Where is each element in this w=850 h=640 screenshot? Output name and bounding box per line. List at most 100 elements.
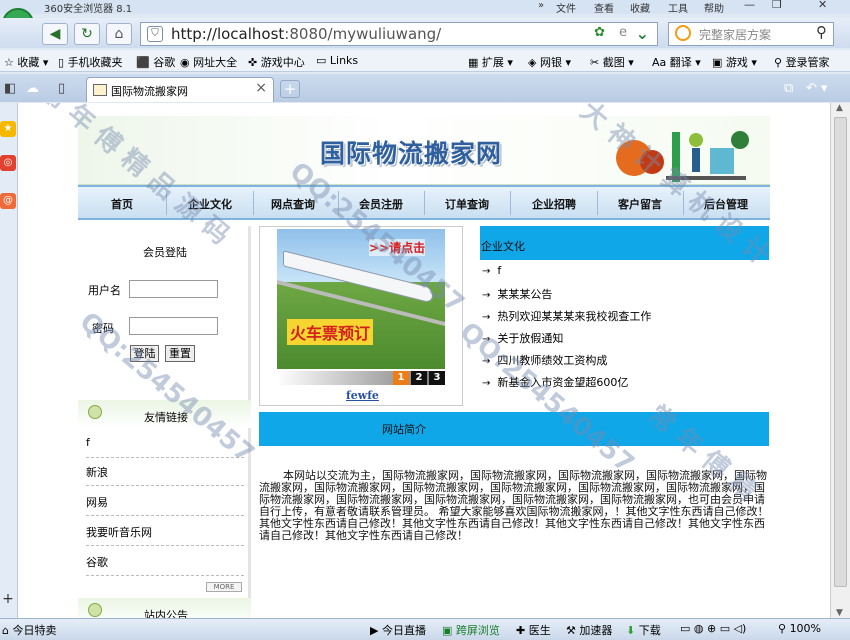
nav-message[interactable]: 客户留言 [596,196,684,212]
nav-member-register[interactable]: 会员注册 [337,196,425,212]
friend-link-item[interactable]: f [86,432,244,458]
status-speeder[interactable]: ⚒ 加速器 [566,622,612,638]
nav-branch-query[interactable]: 网点查询 [249,196,337,212]
scrollbar-thumb[interactable] [834,117,847,587]
culture-item[interactable]: → 热列欢迎某某某来我校视查工作 [482,308,651,324]
slide-page-1[interactable]: 1 [393,371,409,385]
home-icon[interactable]: ⌂ [106,23,132,45]
tab-list-icon[interactable]: ⧉ [784,81,793,96]
search-box[interactable]: 完整家居方案 ⚲ [668,22,834,46]
password-input[interactable] [129,317,218,335]
friend-link-item[interactable]: 我要听音乐网 [86,520,244,546]
refresh-icon[interactable]: ↻ [74,23,100,45]
tab-strip: ◧ ☁ ▯ 国际物流搬家网 × + ⧉ ↶ ▾ [0,74,850,102]
friend-link-item[interactable]: 新浪 [86,460,244,486]
address-url[interactable]: http://localhost:8080/mywuliuwang/ [171,25,441,43]
bookmark-games[interactable]: ✜ 游戏中心 [248,54,305,70]
address-bar[interactable]: ⛉ http://localhost:8080/mywuliuwang/ ✿ e… [140,22,658,46]
friend-link-item[interactable]: 谷歌 [86,550,244,576]
address-dropdown-icon[interactable]: ⌄ [636,24,649,43]
nav-home[interactable]: 首页 [78,196,166,212]
username-input[interactable] [129,280,218,298]
bookmark-favorites[interactable]: ☆ 收藏 ▾ [4,54,48,70]
slideshow-caption[interactable]: fewfe [346,389,379,402]
status-bar: ⌂ 今日特卖 ▶ 今日直播 ▣ 跨屏浏览 ✚ 医生 ⚒ 加速器 ⬇ 下载 ▭ ◍… [0,618,850,640]
sidebar-toggle-icon[interactable]: ◧ [4,81,16,96]
menu-tools[interactable]: 工具 [668,0,688,15]
ext-translate[interactable]: Aa 翻译 ▾ [652,54,701,70]
more-links-button[interactable]: MORE [206,582,242,592]
cloud-icon[interactable]: ☁ [26,81,39,96]
status-sale[interactable]: ⌂ 今日特卖 [2,622,56,638]
slideshow-image[interactable]: >>请点击 火车票预订 [277,229,445,369]
minimize-icon[interactable]: — [744,0,755,11]
culture-item[interactable]: → 某某某公告 [482,286,552,302]
menu-collapse-icon[interactable]: » [538,0,544,11]
bookmark-mobile[interactable]: ▯ 手机收藏夹 [58,54,123,70]
friend-link-item[interactable]: 网易 [86,490,244,516]
slide-page-2[interactable]: 2 [411,371,427,385]
search-engine-icon[interactable] [675,25,691,41]
culture-item[interactable]: → 关于放假通知 [482,330,563,346]
search-icon[interactable]: ⚲ [816,23,827,41]
vertical-scrollbar[interactable]: ▲ ▼ [830,103,850,618]
nav-recruitment[interactable]: 企业招聘 [510,196,598,212]
bookmark-links[interactable]: ▭ Links [316,54,358,67]
weibo-icon[interactable]: ◎ [0,155,16,171]
status-doctor[interactable]: ✚ 医生 [516,622,551,638]
nav-order-query[interactable]: 订单查询 [423,196,511,212]
notice-title: 站内公告 [144,609,188,618]
reset-button[interactable]: 重置 [165,345,195,362]
friend-links-header: 友情链接 [78,400,251,428]
search-input[interactable]: 完整家居方案 [699,26,771,43]
tab-close-icon[interactable]: × [255,80,267,96]
nav-admin[interactable]: 后台管理 [682,196,770,212]
login-title: 会员登陆 [143,246,187,259]
favorites-star-icon[interactable]: ★ [0,121,16,137]
restore-icon[interactable]: ❐ [772,0,782,11]
login-button[interactable]: 登陆 [130,345,159,362]
ext-extensions[interactable]: ▦ 扩展 ▾ [468,54,513,70]
culture-item[interactable]: → f [482,264,501,277]
nav-culture[interactable]: 企业文化 [166,196,254,212]
browser-titlebar: 360安全浏览器 8.1 » 文件 查看 收藏 工具 帮助 — ❐ ✕ [0,0,850,15]
slide-page-3[interactable]: 3 [429,371,445,385]
compat-mode-icon[interactable]: e [619,25,627,40]
ext-games[interactable]: ▣ 游戏 ▾ [712,54,757,70]
intro-title: 网站简介 [382,423,426,436]
tab-menu-icon[interactable]: ▯ [58,81,65,96]
culture-item[interactable]: → 新基金入市资金望超600亿 [482,374,628,390]
tab-active[interactable]: 国际物流搬家网 × [86,77,274,102]
status-cross-screen[interactable]: ▣ 跨屏浏览 [442,622,500,638]
ext-bank[interactable]: ◈ 网银 ▾ [528,54,571,70]
status-tools-icon[interactable]: ▭ ◍ ⊕ ▭ ◁) [680,622,746,635]
mail-icon[interactable]: @ [0,193,16,209]
menu-file[interactable]: 文件 [556,0,576,15]
menu-help[interactable]: 帮助 [704,0,724,15]
bookmark-hao[interactable]: ◉ 网址大全 [180,54,237,70]
zoom-level[interactable]: ⚲ 100% [778,622,821,635]
scroll-down-icon[interactable]: ▼ [836,608,843,618]
browser-toolbar: ◀ ↻ ⌂ ⛉ http://localhost:8080/mywuliuwan… [0,18,850,48]
sidebar-add-icon[interactable]: + [0,591,16,607]
tab-title[interactable]: 国际物流搬家网 [111,83,188,99]
status-download[interactable]: ⬇ 下载 [626,622,661,638]
undo-close-icon[interactable]: ↶ ▾ [806,81,828,96]
intro-header: 网站简介 [259,412,769,446]
back-icon[interactable]: ◀ [42,23,68,45]
left-column: 会员登陆 用户名 密码 登陆 重置 友情链接 f 新浪 网易 我要听音乐网 谷歌… [78,226,251,618]
slide-click-label[interactable]: >>请点击 [369,239,426,256]
new-tab-button[interactable]: + [280,80,300,98]
bookmark-google[interactable]: ⬛ 谷歌 [136,54,175,70]
menu-favorites[interactable]: 收藏 [630,0,650,15]
site-banner: 国际物流搬家网 [78,116,770,185]
ssl-icon[interactable]: ✿ [594,25,605,40]
intro-text: 本网站以交流为主，国际物流搬家网，国际物流搬家网，国际物流搬家网，国际物流搬家网… [259,469,769,542]
ext-login-manager[interactable]: ⚲ 登录管家 [774,54,830,70]
status-live[interactable]: ▶ 今日直播 [370,622,426,638]
ext-screenshot[interactable]: ✂ 截图 ▾ [590,54,634,70]
scroll-up-icon[interactable]: ▲ [836,103,843,113]
menu-view[interactable]: 查看 [594,0,614,15]
culture-item[interactable]: → 四川教师绩效工资构成 [482,352,607,368]
close-window-icon[interactable]: ✕ [818,0,827,11]
